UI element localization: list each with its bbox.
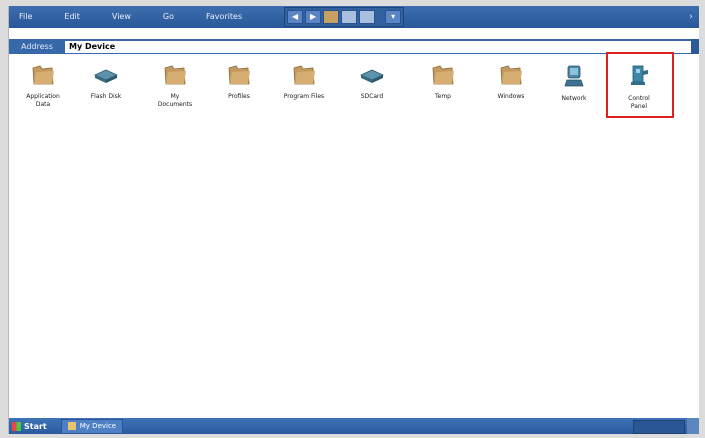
taskbar-window-button[interactable]: My Device [60, 418, 124, 434]
drive-icon [360, 69, 384, 83]
folder-icon [164, 65, 186, 85]
toolbar: ◀ ▶ ▾ [284, 7, 405, 27]
folder-icon [432, 65, 454, 85]
folder-icon [32, 65, 54, 85]
folder-application-data[interactable]: Application Data [14, 63, 72, 109]
folder-up-icon[interactable] [323, 10, 340, 24]
icon-label: Profiles [228, 93, 250, 100]
copy-icon[interactable] [359, 10, 376, 24]
show-desktop-button[interactable] [687, 418, 699, 434]
address-input[interactable]: My Device [65, 40, 691, 53]
menu-bar: File Edit View Go Favorites ◀ ▶ ▾ › [9, 6, 699, 28]
address-go-button[interactable] [691, 39, 699, 54]
explorer-window: File Edit View Go Favorites ◀ ▶ ▾ › Addr… [8, 6, 699, 434]
folder-icon [293, 65, 315, 85]
forward-icon[interactable]: ▶ [305, 10, 322, 24]
menu-favorites[interactable]: Favorites [200, 6, 248, 28]
back-icon[interactable]: ◀ [287, 10, 304, 24]
system-tray[interactable] [633, 420, 685, 434]
taskbar-window-label: My Device [79, 422, 117, 430]
cut-icon[interactable] [341, 10, 358, 24]
drive-sdcard[interactable]: SDCard [343, 63, 401, 101]
menu-go[interactable]: Go [157, 6, 180, 28]
menu-view[interactable]: View [106, 6, 137, 28]
start-button[interactable]: Start [9, 419, 53, 433]
folder-temp[interactable]: Temp [414, 63, 472, 101]
taskbar: Start My Device [9, 418, 699, 434]
folder-icon [67, 422, 76, 430]
network-item[interactable]: Network [545, 63, 603, 103]
close-icon[interactable]: › [685, 10, 697, 24]
network-icon [564, 65, 584, 87]
icon-label: Network [561, 95, 587, 102]
icon-label: Application Data [26, 93, 60, 108]
icon-label: Flash Disk [90, 93, 122, 100]
windows-logo-icon [12, 421, 21, 431]
icon-label: Program Files [283, 93, 325, 100]
folder-icon [500, 65, 522, 85]
icon-label: Windows [497, 93, 525, 100]
address-label: Address [21, 42, 53, 51]
menu-file[interactable]: File [13, 6, 38, 28]
icon-label: Temp [435, 93, 451, 100]
address-bar: Address My Device [9, 39, 699, 54]
control-panel-highlight [606, 52, 674, 118]
drive-icon [94, 69, 118, 83]
folder-program-files[interactable]: Program Files [275, 63, 333, 101]
menu-edit[interactable]: Edit [58, 6, 86, 28]
folder-icon [228, 65, 250, 85]
views-icon[interactable]: ▾ [385, 10, 402, 24]
folder-my-documents[interactable]: My Documents [146, 63, 204, 109]
icon-label: SDCard [360, 93, 384, 100]
drive-flash-disk[interactable]: Flash Disk [77, 63, 135, 101]
start-label: Start [24, 421, 47, 431]
folder-profiles[interactable]: Profiles [210, 63, 268, 101]
folder-windows[interactable]: Windows [482, 63, 540, 101]
icon-label: My Documents [157, 93, 193, 108]
